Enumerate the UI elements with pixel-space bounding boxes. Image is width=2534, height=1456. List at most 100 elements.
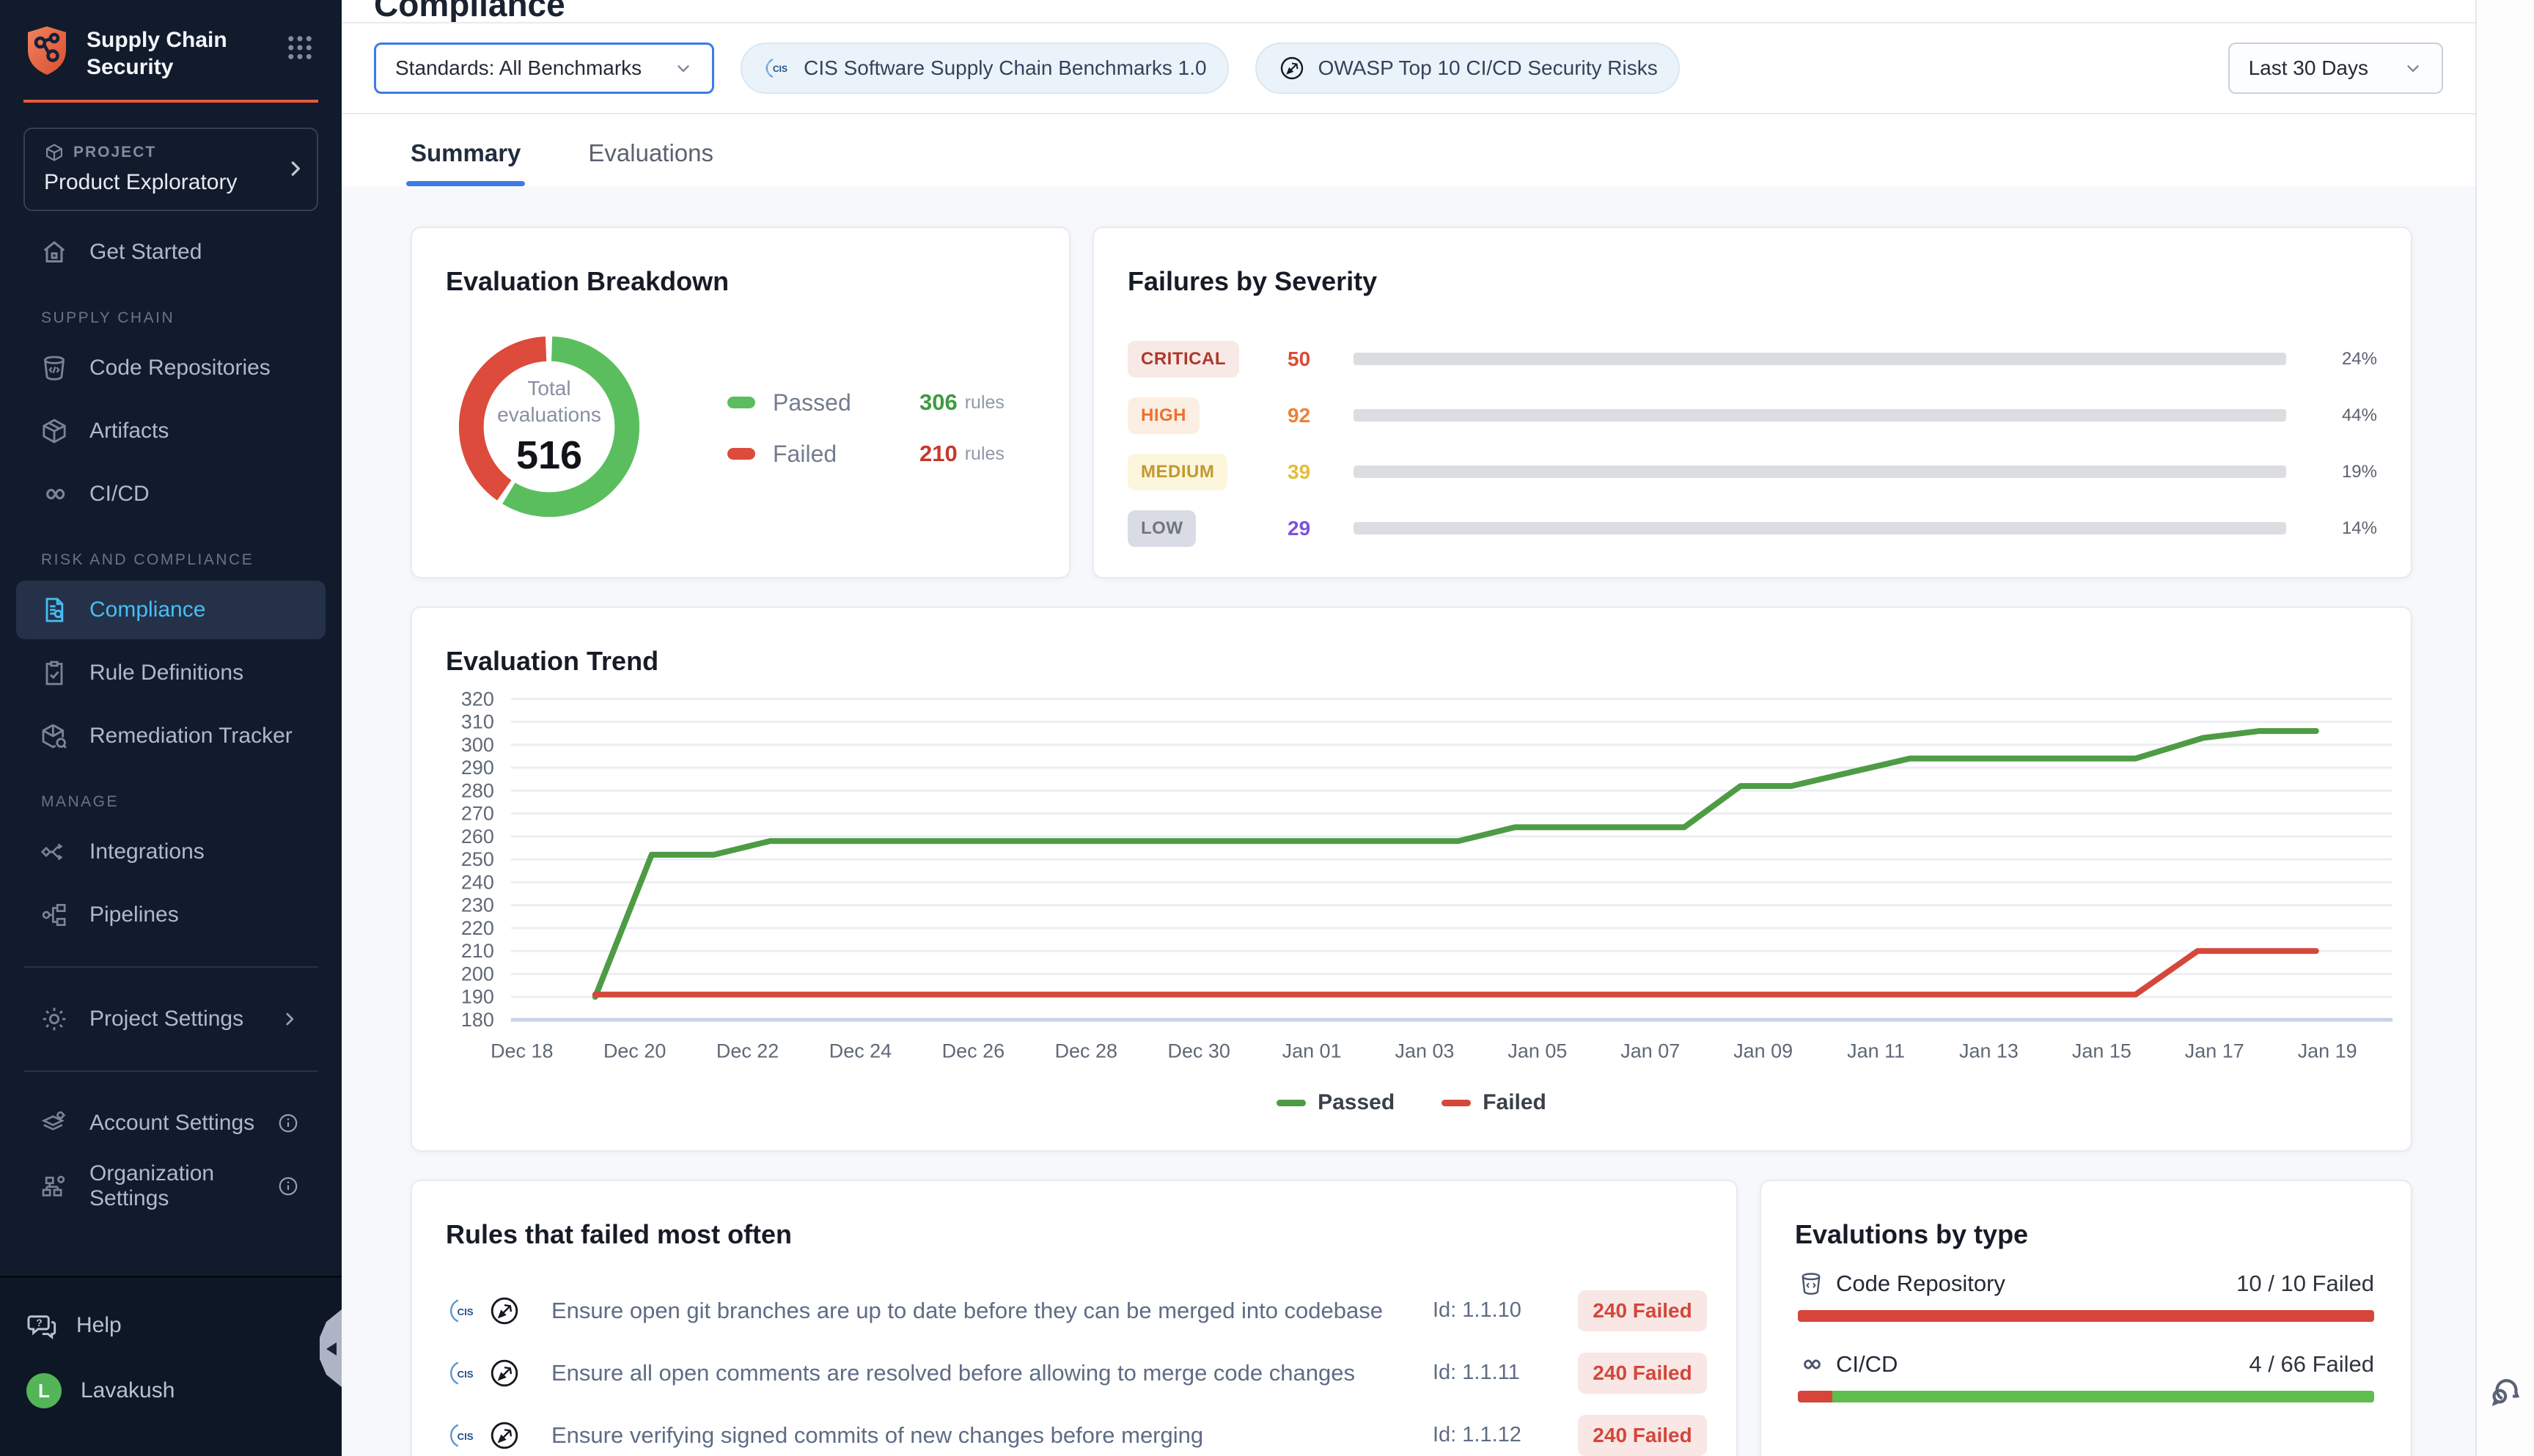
severity-bar xyxy=(1354,353,2286,365)
legend-label: Failed xyxy=(773,441,919,468)
sidebar-item-compliance[interactable]: Compliance xyxy=(16,581,326,639)
donut-center-label: Total evaluations xyxy=(487,375,612,428)
severity-row-medium: MEDIUM 39 19% xyxy=(1128,444,2377,500)
standards-filter-dropdown[interactable]: Standards: All Benchmarks xyxy=(374,43,714,94)
section-label-manage: MANAGE xyxy=(41,793,342,811)
sidebar-item-label: Pipelines xyxy=(89,902,179,927)
app-logo-row: Supply Chain Security xyxy=(0,0,342,81)
app-switcher-grid-icon[interactable] xyxy=(284,32,315,63)
rule-row[interactable]: CIS Ensure verifying signed commits of n… xyxy=(446,1404,1707,1456)
failed-count-badge: 240 Failed xyxy=(1578,1290,1707,1331)
sidebar-item-label: Integrations xyxy=(89,839,205,864)
trend-y-axis-labels: 1801902002102202302402502602702802903003… xyxy=(461,688,494,1031)
sidebar-item-code-repositories[interactable]: Code Repositories xyxy=(16,339,326,397)
project-label: PROJECT xyxy=(73,144,156,161)
tab-bar: Summary Evaluations xyxy=(342,114,2475,186)
sidebar-item-label: Artifacts xyxy=(89,419,169,444)
severity-row-critical: CRITICAL 50 24% xyxy=(1128,331,2377,387)
legend-value: 306 xyxy=(919,389,958,416)
severity-percent: 44% xyxy=(2318,405,2377,426)
cis-logo-icon: CIS xyxy=(446,1293,481,1328)
project-selector[interactable]: PROJECT Product Exploratory xyxy=(23,128,318,211)
svg-text:320: 320 xyxy=(461,688,494,710)
help-chat-icon: ? xyxy=(26,1310,57,1341)
user-menu[interactable]: L Lavakush xyxy=(26,1373,315,1408)
severity-badge: LOW xyxy=(1128,510,1196,547)
svg-text:270: 270 xyxy=(461,803,494,825)
svg-text:280: 280 xyxy=(461,779,494,801)
legend-value: 210 xyxy=(919,441,958,467)
sidebar-nav: Get Started SUPPLY CHAIN Code Repositori… xyxy=(0,223,342,1276)
type-label: Code Repository xyxy=(1836,1271,2005,1297)
sidebar-item-remediation-tracker[interactable]: Remediation Tracker xyxy=(16,707,326,765)
pipelines-icon xyxy=(40,900,69,930)
svg-text:210: 210 xyxy=(461,940,494,962)
date-range-dropdown[interactable]: Last 30 Days xyxy=(2228,43,2443,94)
sidebar-item-account-settings[interactable]: Account Settings xyxy=(16,1094,326,1152)
user-name: Lavakush xyxy=(81,1378,175,1403)
svg-text:Jan 13: Jan 13 xyxy=(1959,1040,2019,1062)
owasp-chip[interactable]: OWASP Top 10 CI/CD Security Risks xyxy=(1255,43,1680,94)
cis-logo-icon: CIS xyxy=(763,54,792,83)
rule-row[interactable]: CIS Ensure open git branches are up to d… xyxy=(446,1279,1707,1342)
sidebar-item-artifacts[interactable]: Artifacts xyxy=(16,402,326,460)
severity-bar xyxy=(1354,409,2286,422)
svg-text:CIS: CIS xyxy=(773,64,787,74)
sidebar-footer: ? Help L Lavakush xyxy=(0,1276,342,1456)
failures-by-severity-card: Failures by Severity CRITICAL 50 24% HIG… xyxy=(1092,227,2412,578)
help-label: Help xyxy=(76,1313,122,1338)
app-logo-shield-icon xyxy=(23,25,70,76)
content-area: Evaluation Breakdown Total evaluations 5… xyxy=(342,186,2475,1456)
chevron-down-icon xyxy=(2403,59,2423,78)
page-title: Compliance xyxy=(374,0,2475,22)
chat-support-icon[interactable] xyxy=(2487,1372,2525,1411)
svg-text:300: 300 xyxy=(461,734,494,756)
home-icon xyxy=(40,238,69,267)
date-range-label: Last 30 Days xyxy=(2249,56,2368,80)
legend-row-failed: Failed 210 rules xyxy=(727,436,1035,471)
avatar: L xyxy=(26,1373,62,1408)
svg-text:Dec 18: Dec 18 xyxy=(491,1040,553,1062)
main-area: Compliance Standards: All Benchmarks CIS xyxy=(342,0,2475,1456)
rule-row[interactable]: CIS Ensure all open comments are resolve… xyxy=(446,1342,1707,1404)
svg-text:Jan 05: Jan 05 xyxy=(1507,1040,1567,1062)
sidebar-divider xyxy=(23,966,318,968)
tab-evaluations[interactable]: Evaluations xyxy=(588,139,713,186)
cis-benchmark-chip[interactable]: CIS CIS Software Supply Chain Benchmarks… xyxy=(741,43,1228,94)
cis-logo-icon: CIS xyxy=(446,1356,481,1391)
evaluation-donut-chart: Total evaluations 516 xyxy=(458,335,641,518)
sidebar-item-get-started[interactable]: Get Started xyxy=(16,223,326,282)
severity-bar xyxy=(1354,522,2286,534)
info-icon[interactable] xyxy=(277,1112,299,1134)
section-label-supply-chain: SUPPLY CHAIN xyxy=(41,309,342,327)
evaluation-trend-card: Evaluation Trend 18019020021022023024025… xyxy=(411,606,2412,1152)
sidebar-item-pipelines[interactable]: Pipelines xyxy=(16,886,326,944)
chevron-down-icon xyxy=(674,59,693,78)
sidebar-item-rule-definitions[interactable]: Rule Definitions xyxy=(16,644,326,702)
help-button[interactable]: ? Help xyxy=(26,1310,315,1341)
evaluation-breakdown-card: Evaluation Breakdown Total evaluations 5… xyxy=(411,227,1070,578)
card-title: Rules that failed most often xyxy=(412,1181,1736,1250)
rule-id: Id: 1.1.10 xyxy=(1433,1298,1557,1323)
trend-gridlines xyxy=(511,699,2392,1020)
repository-icon xyxy=(40,353,69,383)
failed-rules-card: Rules that failed most often CIS xyxy=(411,1180,1738,1456)
sidebar-item-integrations[interactable]: Integrations xyxy=(16,823,326,881)
owasp-logo-icon xyxy=(487,1293,522,1328)
svg-text:180: 180 xyxy=(461,1009,494,1031)
svg-text:CIS: CIS xyxy=(458,1431,474,1442)
sidebar-item-organization-settings[interactable]: Organization Settings xyxy=(16,1157,326,1216)
info-icon[interactable] xyxy=(277,1175,299,1197)
page-header: Compliance Standards: All Benchmarks CIS xyxy=(342,0,2475,186)
sidebar-item-label: CI/CD xyxy=(89,482,150,507)
rule-text: Ensure open git branches are up to date … xyxy=(551,1298,1433,1324)
owasp-chip-label: OWASP Top 10 CI/CD Security Risks xyxy=(1318,56,1658,80)
sidebar-item-project-settings[interactable]: Project Settings xyxy=(16,990,326,1048)
account-layers-gear-icon xyxy=(40,1108,69,1138)
sidebar-item-cicd[interactable]: CI/CD xyxy=(16,465,326,523)
card-title: Evalutions by type xyxy=(1761,1181,2411,1250)
failed-count-badge: 240 Failed xyxy=(1578,1353,1707,1394)
failed-rules-list: CIS Ensure open git branches are up to d… xyxy=(412,1279,1736,1456)
artifact-box-icon xyxy=(40,416,69,446)
tab-summary[interactable]: Summary xyxy=(411,139,521,186)
